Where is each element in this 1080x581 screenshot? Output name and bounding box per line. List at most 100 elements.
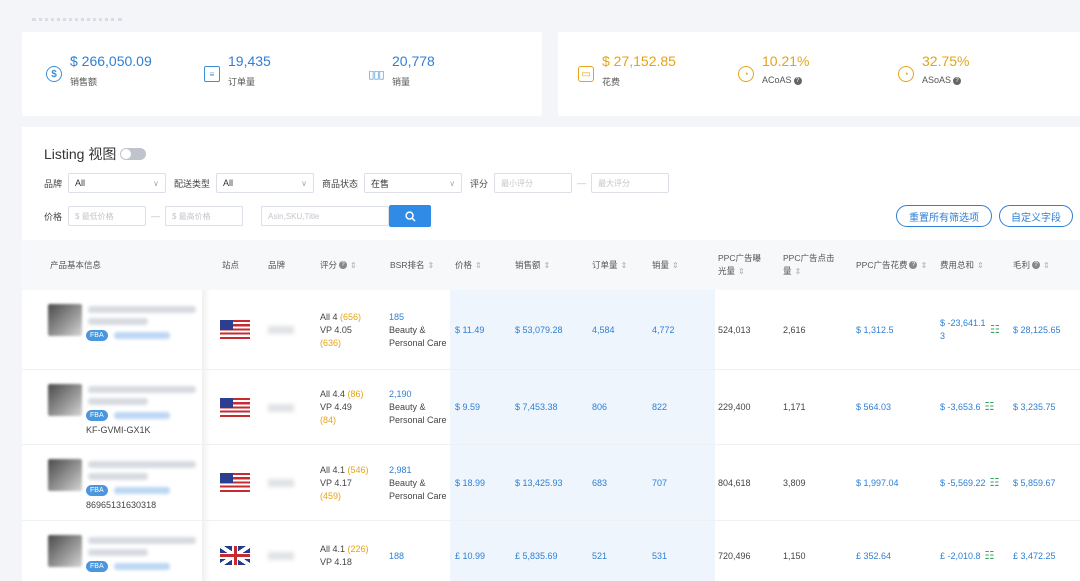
sales-cell: $ 53,079.28 <box>515 324 563 335</box>
ad-summary-card: ▭ $ 27,152.85 花费 ◔ 10.21% ACoAS? ◔ 32.75… <box>558 32 1080 116</box>
col-units[interactable]: 销量 ⇕ <box>652 240 679 290</box>
price-cell: $ 9.59 <box>455 402 481 412</box>
sort-icon[interactable]: ⇕ <box>350 259 357 272</box>
table-row[interactable]: FBA All 4.1 (226) VP 4.18 188 £ 10.99 £ … <box>22 521 1080 581</box>
sort-icon[interactable]: ⇕ <box>672 259 679 272</box>
orders-cell: 4,584 <box>592 324 615 335</box>
sort-icon[interactable]: ⇕ <box>621 259 628 272</box>
sort-icon[interactable]: ⇕ <box>977 259 984 272</box>
bsr-cell: 2,981 Beauty & Personal Care <box>389 464 447 501</box>
brand-filter-label: 品牌 <box>44 178 63 189</box>
filter-row-2: 价格 $ 最低价格 — $ 最高价格 Asin,SKU,Title <box>44 205 432 227</box>
fba-badge: FBA <box>86 485 108 496</box>
col-bsr[interactable]: BSR排名 ⇕ <box>390 240 434 290</box>
price-max-input[interactable]: $ 最高价格 <box>165 206 244 226</box>
sort-icon[interactable]: ⇕ <box>544 259 551 272</box>
custom-fields-button[interactable]: 自定义字段 <box>999 205 1073 227</box>
help-icon[interactable]: ? <box>953 77 962 85</box>
col-profit[interactable]: 毛利? ⇕ <box>1013 240 1050 290</box>
status-select[interactable]: 在售 ∨ <box>364 173 463 193</box>
asin-link-blur[interactable] <box>114 412 170 419</box>
product-thumbnail[interactable] <box>48 535 82 567</box>
col-fees[interactable]: 费用总和 ⇕ <box>940 240 984 290</box>
col-spend[interactable]: PPC广告花费? ⇕ <box>856 240 927 290</box>
fee-detail-icon[interactable]: ☷ <box>985 401 995 414</box>
stat-label: 销量 <box>392 77 411 87</box>
help-icon[interactable]: ? <box>339 261 348 269</box>
rating-max-input[interactable]: 最大评分 <box>591 173 670 193</box>
status-filter-label: 商品状态 <box>322 178 359 189</box>
bsr-cell: 188 <box>389 550 405 561</box>
stat-value: $ 27,152.85 <box>602 53 676 69</box>
units-cell: 822 <box>652 402 668 412</box>
fees-cell: $ -5,569.22 ☷ <box>940 476 1000 490</box>
help-icon[interactable]: ? <box>793 77 802 85</box>
search-button[interactable] <box>389 205 432 227</box>
price-min-input[interactable]: $ 最低价格 <box>68 206 147 226</box>
orders-cell: 806 <box>592 402 608 412</box>
stat-value: 19,435 <box>228 53 271 69</box>
product-title-blur[interactable] <box>88 306 196 313</box>
product-title-blur[interactable] <box>88 537 196 544</box>
stat-value: 10.21% <box>762 53 810 69</box>
product-title-blur <box>88 318 148 325</box>
listing-view-toggle[interactable] <box>120 148 147 160</box>
product-thumbnail[interactable] <box>48 304 82 336</box>
sort-icon[interactable]: ⇕ <box>1043 259 1050 272</box>
sort-icon[interactable]: ⇕ <box>738 267 745 276</box>
fee-detail-icon[interactable]: ☷ <box>985 550 995 563</box>
stat-sales: $ $ 266,050.09 销售额 <box>46 52 152 88</box>
sales-cell: $ 7,453.38 <box>515 402 558 412</box>
filter-row-1: 品牌 All ∨ 配送类型 All ∨ 商品状态 在售 ∨ 评分 最小评分 — 最大评… <box>44 173 670 193</box>
orders-cell: 521 <box>592 550 608 561</box>
wallet-icon: ▭ <box>578 66 594 82</box>
rating-cell: All 4 (656) VP 4.05 (636) <box>320 311 362 348</box>
bsr-cell: 2,190 Beauty & Personal Care <box>389 389 447 425</box>
delivery-select[interactable]: All ∨ <box>216 173 315 193</box>
col-sales[interactable]: 销售额 ⇕ <box>515 240 550 290</box>
page-title: Listing 视图 <box>44 146 117 162</box>
product-thumbnail[interactable] <box>48 459 82 491</box>
stat-label: 花费 <box>602 77 621 87</box>
table-row[interactable]: FBA 86965131630318 All 4.1 (546) VP 4.17… <box>22 445 1080 521</box>
asin-link-blur[interactable] <box>114 332 170 339</box>
profit-cell: $ 5,859.67 <box>1013 477 1056 488</box>
sales-cell: $ 13,425.93 <box>515 477 563 488</box>
product-title-blur[interactable] <box>88 386 196 393</box>
impressions-cell: 720,496 <box>718 550 751 561</box>
col-rating[interactable]: 评分? ⇕ <box>320 240 357 290</box>
col-clicks[interactable]: PPC广告点击量 ⇕ <box>783 240 839 290</box>
brand-select[interactable]: All ∨ <box>68 173 167 193</box>
help-icon[interactable]: ? <box>909 261 918 269</box>
col-impressions[interactable]: PPC广告曝光量 ⇕ <box>718 240 768 290</box>
brand-blur <box>268 552 294 560</box>
sort-icon[interactable]: ⇕ <box>920 259 927 272</box>
clicks-cell: 1,150 <box>783 550 806 561</box>
sort-icon[interactable]: ⇕ <box>795 267 802 276</box>
spend-cell: £ 352.64 <box>856 550 892 561</box>
sort-icon[interactable]: ⇕ <box>427 259 434 272</box>
reset-filters-button[interactable]: 重置所有筛选项 <box>896 205 992 227</box>
bsr-cell: 185 Beauty & Personal Care <box>389 311 447 348</box>
col-product: 产品基本信息 <box>50 259 102 270</box>
fees-cell: $ -23,641.13 ☷ <box>940 318 1000 341</box>
asin-link-blur[interactable] <box>114 487 170 494</box>
product-thumbnail[interactable] <box>48 384 82 416</box>
help-icon[interactable]: ? <box>1032 261 1041 269</box>
table-row[interactable]: FBA KF-GVMI-GX1K All 4.4 (86) VP 4.49 (8… <box>22 370 1080 445</box>
search-input[interactable]: Asin,SKU,Title <box>261 206 390 226</box>
stat-asoas: ◔ 32.75% ASoAS? <box>898 52 969 85</box>
stat-acoas: ◔ 10.21% ACoAS? <box>738 52 809 85</box>
table-row[interactable]: FBA All 4 (656) VP 4.05 (636) 185 Beauty &… <box>22 290 1080 370</box>
price-filter-label: 价格 <box>44 211 63 222</box>
fee-detail-icon[interactable]: ☷ <box>990 324 1000 337</box>
col-price[interactable]: 价格 ⇕ <box>455 240 482 290</box>
product-title-blur[interactable] <box>88 461 196 468</box>
sort-icon[interactable]: ⇕ <box>475 259 482 272</box>
col-orders[interactable]: 订单量 ⇕ <box>592 240 627 290</box>
rating-min-input[interactable]: 最小评分 <box>494 173 573 193</box>
fee-detail-icon[interactable]: ☷ <box>990 477 1000 490</box>
us-flag-icon <box>220 473 250 492</box>
asin-link-blur[interactable] <box>114 563 170 570</box>
product-title-blur <box>88 473 148 480</box>
